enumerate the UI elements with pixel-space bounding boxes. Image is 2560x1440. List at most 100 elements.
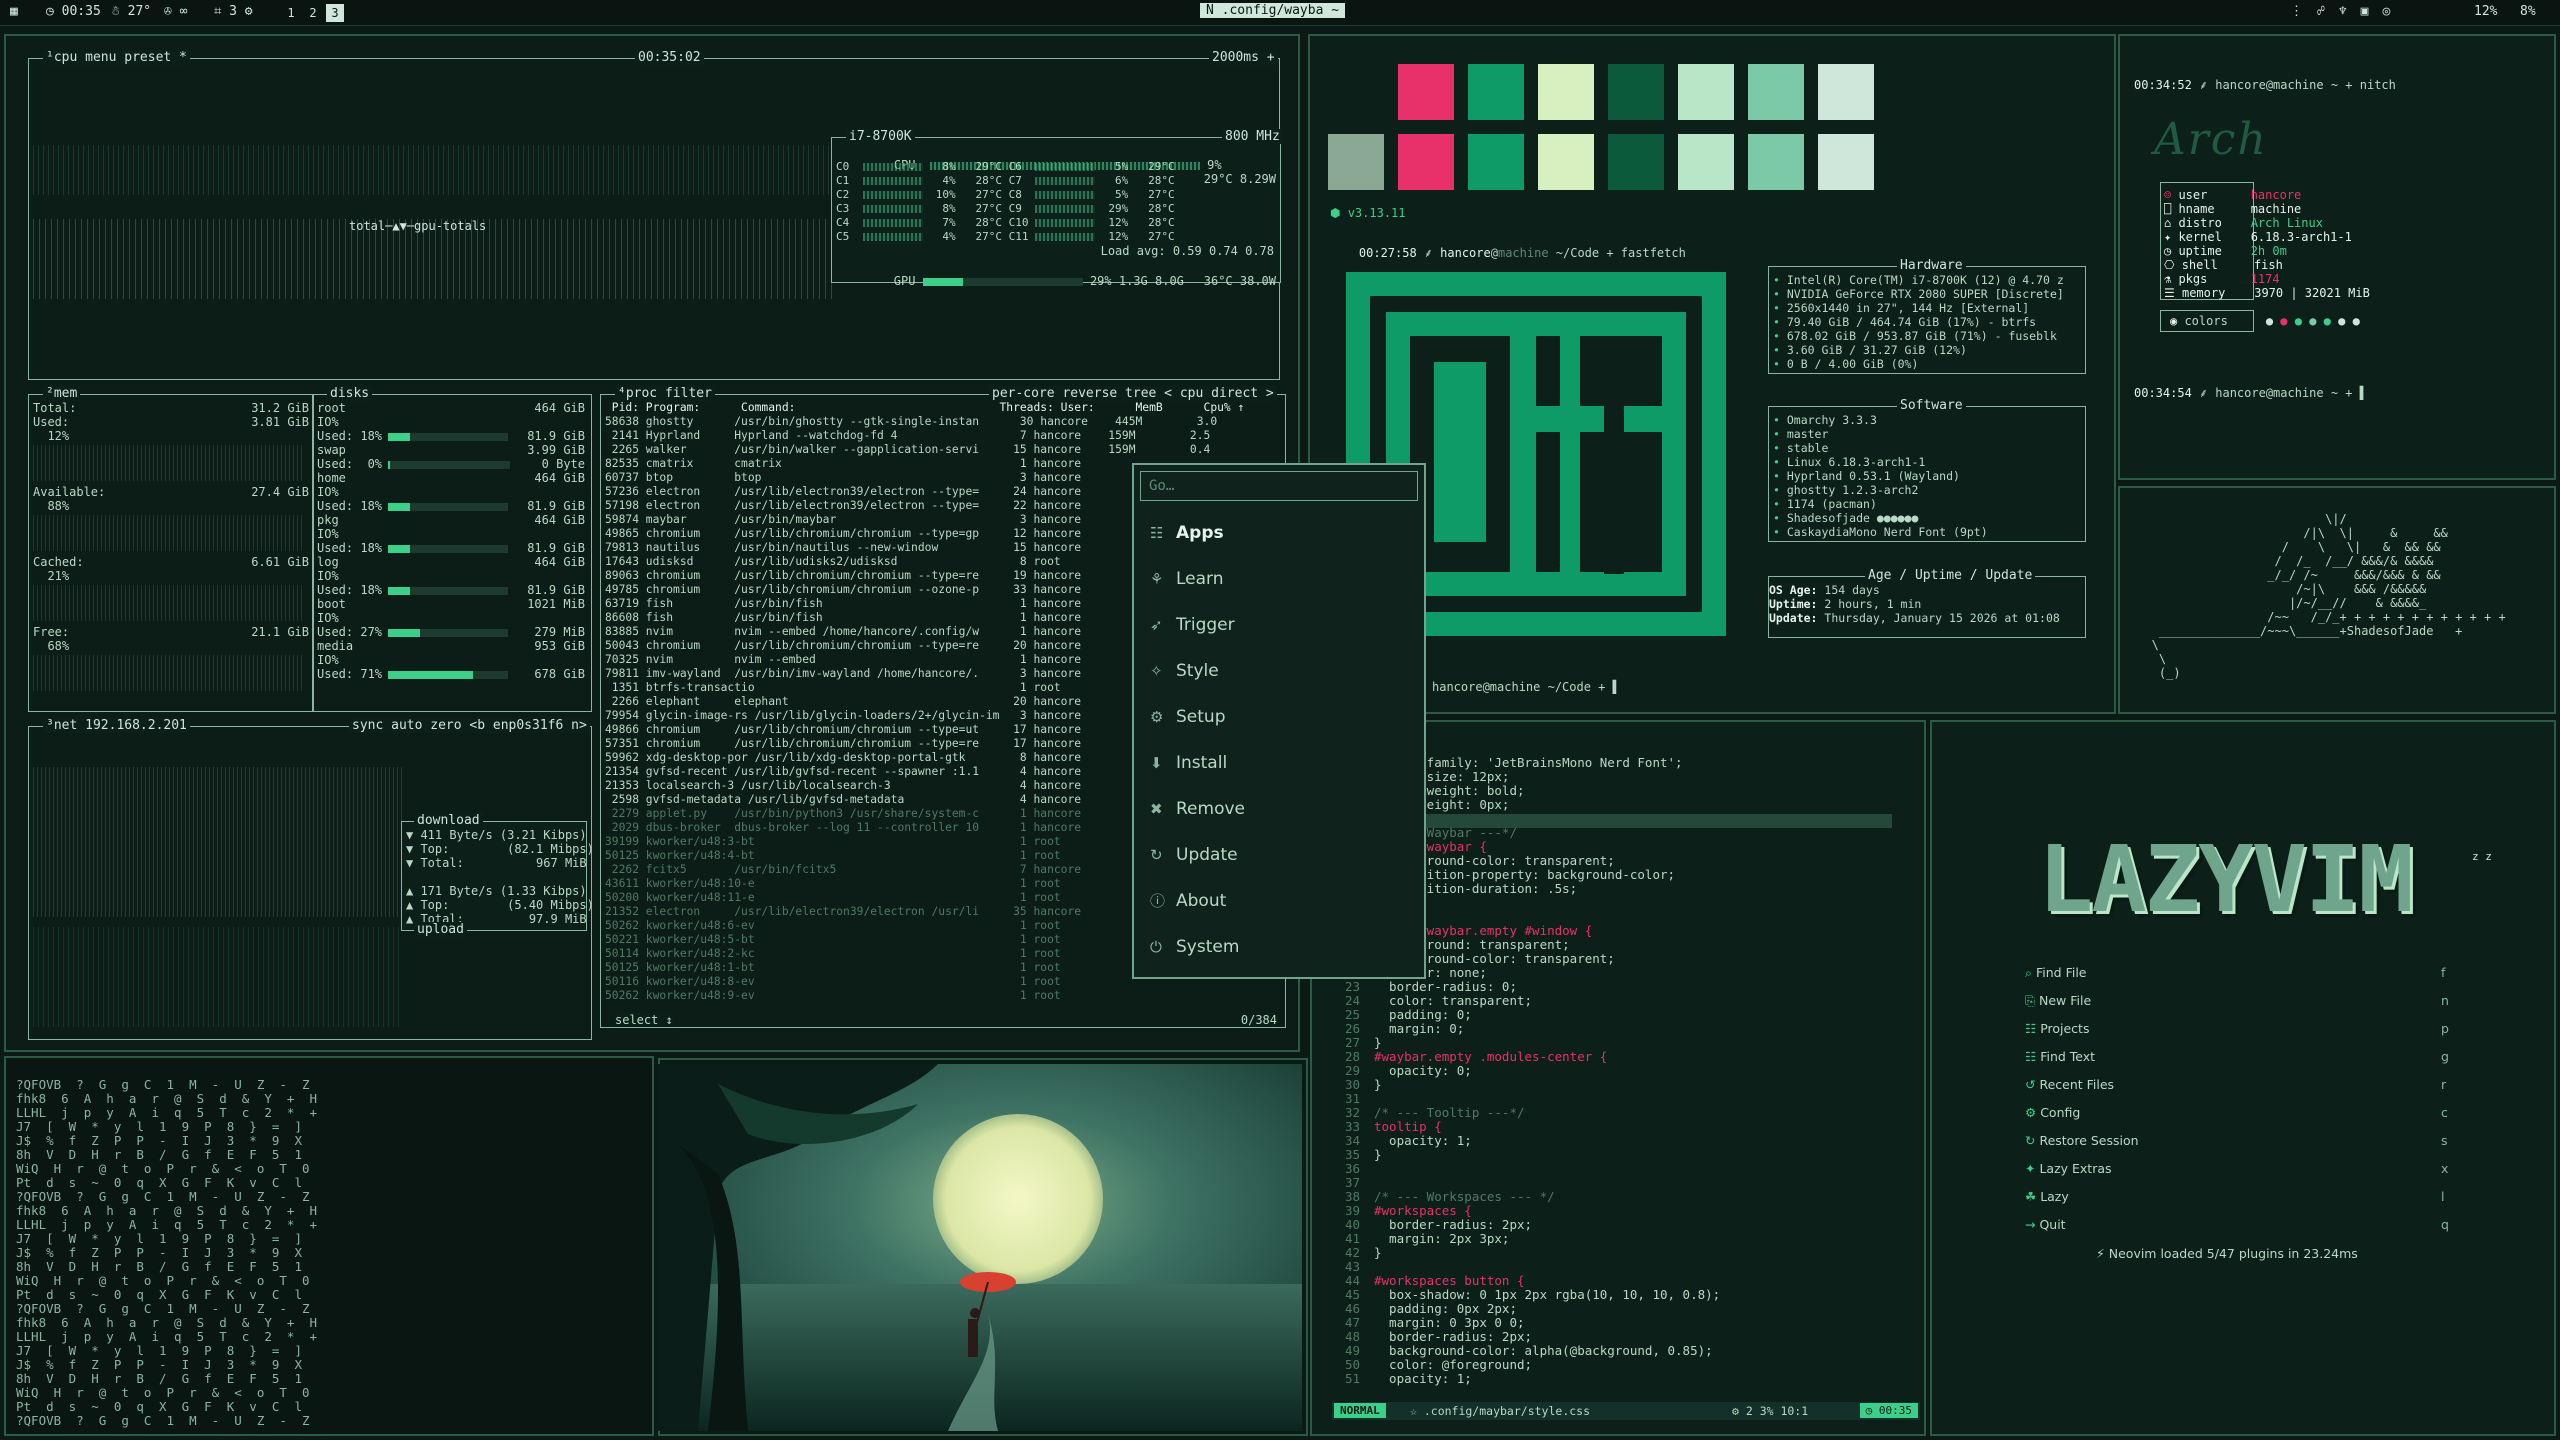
file-name[interactable]: ☆ .config/maybar/style.css (1410, 1404, 1590, 1418)
lazyvim-item[interactable]: ⌕ Find File f (2025, 965, 2445, 981)
cpu-header[interactable]: ¹cpu menu preset * (43, 50, 190, 65)
nitch-window[interactable]: 00:34:52 ⸙ hancore@machine ~ + nitch Arc… (2118, 34, 2556, 480)
weather[interactable]: ☃ 27° (112, 4, 151, 19)
net-graph-ul (33, 927, 403, 1027)
lazyvim-item[interactable]: ⎘ New File n (2025, 993, 2449, 1009)
volume[interactable]: 8% (2520, 4, 2536, 19)
core-temp: 28°C (1128, 174, 1175, 187)
launcher-item-label: Setup (1176, 707, 1226, 727)
proc-row[interactable]: 2265 walker /usr/bin/walker --gapplicati… (605, 443, 1281, 457)
ascii-art-window[interactable]: \|/ /|\ \| & && / \ \| & && && / /_ /__/… (2118, 486, 2556, 714)
software-row: • CaskaydiaMono Nerd Font (9pt) (1773, 525, 2085, 539)
mem-header[interactable]: ²mem (43, 386, 81, 401)
workspace-3[interactable]: 3 (326, 4, 344, 22)
battery[interactable]: 12% (2474, 4, 2497, 19)
indicators[interactable]: ✇ ∞ (164, 4, 187, 19)
mem-pct: 88% (33, 499, 70, 513)
code-line: 31 (1330, 1092, 1910, 1106)
nitch-value: Arch Linux (2250, 216, 2323, 230)
matrix-row: WiQ H r @ t o P r & < o T 0 (16, 1273, 310, 1288)
code-line: 30} (1330, 1078, 1910, 1092)
btop-window[interactable]: ¹cpu menu preset * 00:35:02 2000ms + tot… (4, 34, 1300, 1052)
cmatrix-window[interactable]: ?QFOVB ? G g C 1 M - U Z - Zfhk8 6 A h a… (4, 1056, 654, 1436)
launcher-item-apps[interactable]: ☷ Apps (1150, 513, 1224, 553)
mem-row: Cached: 6.61 GiB (33, 555, 309, 569)
dl-top: ▼ Top: (82.1 Mibps) (406, 842, 594, 856)
software-value: CaskaydiaMono Nerd Font (9pt) (1786, 525, 1988, 539)
nitch-row: ⎔ shell fish (2164, 258, 2544, 272)
hardware-value: 79.40 GiB / 464.74 GiB (17%) - btrfs (1786, 315, 2037, 329)
matrix-row: ?QFOVB ? G g C 1 M - U Z - Z (16, 1189, 310, 1204)
lazyvim-item[interactable]: ☘ Lazy l (2025, 1189, 2444, 1204)
matrix-row: Pt d s ~ 0 q X G F K v C l (16, 1175, 302, 1190)
launcher-item-trigger[interactable]: ➶ Trigger (1150, 605, 1235, 645)
proc-row[interactable]: 50262 kworker/u48:9-ev 1 root (605, 989, 1281, 1003)
proc-options[interactable]: per-core reverse tree < cpu direct > (989, 386, 1277, 401)
launcher-item-icon: ⓘ (1150, 892, 1166, 910)
fastfetch-window[interactable]: ⬢ v3.13.11 00:27:58 ⸙ hancore@machine ~/… (1308, 34, 2116, 714)
core-bar (862, 163, 923, 171)
nitch-prompt: 00:34:52 ⸙ hancore@machine ~ + nitch (2134, 78, 2396, 92)
launcher-item-system[interactable]: ⏻ System (1150, 927, 1239, 967)
apps-icon[interactable]: ▦ (10, 4, 18, 19)
launcher-item-about[interactable]: ⓘ About (1150, 881, 1226, 921)
lazyvim-item[interactable]: ⚙ Config c (2025, 1105, 2448, 1120)
disk-used-value: 678 GiB (534, 667, 585, 681)
software-icon: • (1773, 483, 1787, 497)
nitch-row: ☰ memory 3970 | 32021 MiB (2164, 286, 2544, 300)
disk-used-value: 81.9 GiB (527, 541, 585, 555)
hardware-value: NVIDIA GeForce RTX 2080 SUPER [Discrete] (1786, 287, 2064, 301)
lazyvim-item[interactable]: ↺ Recent Files r (2025, 1077, 2446, 1092)
software-icon: • (1773, 441, 1787, 455)
nitch-value: 1174 (2250, 272, 2280, 286)
ascii-line: / \ \| & && && (2130, 540, 2441, 554)
nitch-colors: ◉ colors ● ● ● ● ● ● ● (2170, 314, 2360, 328)
proc-header[interactable]: ⁴proc filter (615, 386, 715, 401)
disk-used: Used: 18% 81.9 GiB (317, 429, 585, 443)
code-line: 32 /* --- Tooltip ---*/ (1330, 1106, 1910, 1120)
core-pct: 4% (922, 174, 956, 187)
status-icons[interactable]: ⌗ 3 ⚙ (214, 4, 253, 19)
launcher-item-install[interactable]: ⬇ Install (1150, 743, 1227, 783)
nitch-prompt-2[interactable]: 00:34:54 ⸙ hancore@machine ~ + ▌ (2134, 386, 2367, 400)
net-options[interactable]: sync auto zero <b enp0s31f6 n> (349, 718, 590, 733)
lazyvim-item-key: p (2441, 1021, 2449, 1036)
fastfetch-prompt-2[interactable]: hancore@machine ~/Code + ▌ (1432, 680, 1620, 694)
lazyvim-item[interactable]: ✦ Lazy Extras x (2025, 1161, 2448, 1176)
lazyvim-item[interactable]: ↻ Restore Session s (2025, 1133, 2448, 1148)
disk-used: Used: 0% 0 Byte (317, 457, 585, 471)
hardware-value: 3.60 GiB / 31.27 GiB (12%) (1786, 343, 1967, 357)
nitch-key: user (2178, 188, 2251, 202)
launcher-item-style[interactable]: ✧ Style (1150, 651, 1219, 691)
launcher-search[interactable]: Go… (1140, 471, 1418, 501)
core-temp: 29°C (1128, 160, 1175, 173)
net-header[interactable]: ³net 192.168.2.201 (43, 718, 190, 733)
age-box: Age / Uptime / Update OS Age: 154 days Up… (1768, 568, 2086, 638)
tray-icons[interactable]: ⋮☍♆▣◎ (2290, 4, 2404, 19)
cpu-rate[interactable]: 2000ms + (1209, 50, 1278, 65)
disk-used-pct: Used: 71% (317, 667, 383, 681)
launcher-item-setup[interactable]: ⚙ Setup (1150, 697, 1225, 737)
lazyvim-item[interactable]: ☷ Projects p (2025, 1021, 2449, 1036)
lazyvim-item[interactable]: ☷ Find Text g (2025, 1049, 2449, 1064)
workspace-1[interactable]: 1 (282, 4, 300, 22)
proc-row[interactable]: 2141 Hyprland Hyprland --watchdog-fd 4 7… (605, 429, 1281, 443)
mem-graph (33, 585, 303, 621)
clock[interactable]: ◷ 00:35 (46, 4, 101, 19)
software-row: • Shadesofjade ●●●●●● (1773, 511, 2085, 525)
lazyvim-window[interactable]: LAZYVIM z z (1930, 720, 2556, 1436)
software-value: master (1786, 427, 1829, 441)
workspace-2[interactable]: 2 (304, 4, 322, 22)
disks-header[interactable]: disks (327, 386, 373, 401)
core-bar (1035, 163, 1096, 171)
lazyvim-item[interactable]: → Quit q (2025, 1217, 2449, 1232)
launcher-menu[interactable]: Go… ☷ Apps ⚘ Learn ➶ Trigger ✧ Style ⚙ Setup ⬇ Inst… (1132, 463, 1426, 979)
proc-row[interactable]: 58638 ghostty /usr/bin/ghostty --gtk-sin… (605, 415, 1281, 429)
proc-select[interactable]: select ↕ (615, 1013, 673, 1027)
dl-total: ▼ Total: 967 MiB (406, 856, 587, 870)
launcher-item-remove[interactable]: ✖ Remove (1150, 789, 1245, 829)
launcher-item-learn[interactable]: ⚘ Learn (1150, 559, 1224, 599)
age-row: OS Age: 154 days (1769, 583, 2085, 597)
launcher-item-update[interactable]: ↻ Update (1150, 835, 1238, 875)
line-number: 36 (1344, 1161, 1360, 1176)
